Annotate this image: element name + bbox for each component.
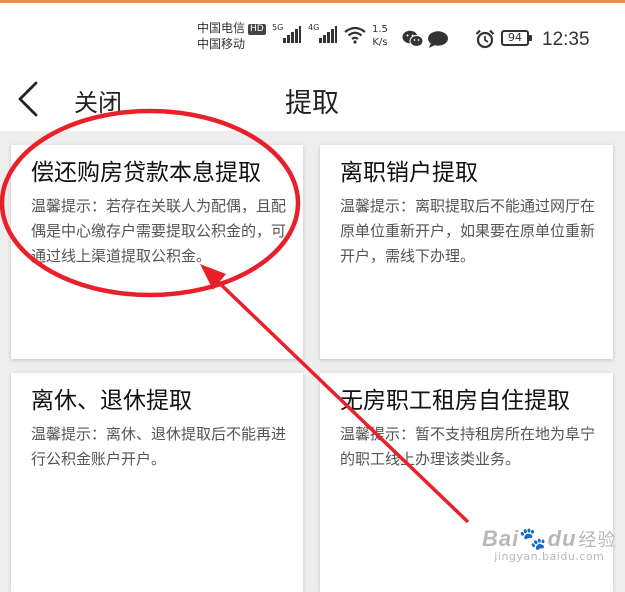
carrier-info: 中国电信 HD 中国移动	[197, 20, 266, 52]
card-desc: 温馨提示：离休、退休提取后不能再进行公积金账户开户。	[31, 425, 287, 468]
battery-icon: 94	[501, 30, 532, 46]
card-desc: 温馨提示：暂不支持租房所在地为阜宁的职工线上办理该类业务。	[340, 425, 596, 468]
baidu-watermark: Bai🐾du 经验 jingyan.baidu.com	[482, 526, 617, 563]
card-retirement[interactable]: 离休、退休提取 温馨提示：离休、退休提取后不能再进行公积金账户开户。	[11, 373, 303, 592]
carrier-2: 中国移动	[197, 37, 246, 51]
paw-icon: 🐾	[519, 526, 548, 551]
signal-5g-icon	[283, 25, 301, 43]
hd-badge: HD	[248, 24, 266, 35]
card-desc: 温馨提示：离职提取后不能通过网厅在原单位重新开户，如果要在原单位重新开户，需线下…	[340, 197, 596, 265]
card-title: 离职销户提取	[340, 160, 478, 186]
content-area: 偿还购房贷款本息提取 温馨提示：若存在关联人为配偶，且配偶是中心缴存户需要提取公…	[0, 131, 625, 592]
speed-value: 1.5	[372, 24, 388, 35]
close-button[interactable]: 关闭	[74, 83, 122, 118]
wechat-icon	[402, 30, 424, 47]
watermark-url: jingyan.baidu.com	[494, 550, 605, 563]
card-title: 离休、退休提取	[31, 388, 192, 414]
card-title: 偿还购房贷款本息提取	[31, 160, 261, 186]
alarm-icon	[475, 29, 495, 49]
card-resign-close-account[interactable]: 离职销户提取 温馨提示：离职提取后不能通过网厅在原单位重新开户，如果要在原单位重…	[320, 145, 613, 359]
chat-bubble-icon	[428, 31, 448, 48]
wifi-icon	[344, 26, 366, 44]
clock: 12:35	[542, 29, 590, 50]
page-title: 提取	[285, 88, 339, 119]
network-1-label: 5G	[272, 23, 284, 32]
signal-4g-icon	[319, 25, 337, 43]
card-title: 无房职工租房自住提取	[340, 388, 570, 414]
nav-header: 关闭 提取	[0, 65, 625, 131]
watermark-logo: Bai🐾du 经验	[482, 526, 617, 551]
card-repay-mortgage[interactable]: 偿还购房贷款本息提取 温馨提示：若存在关联人为配偶，且配偶是中心缴存户需要提取公…	[11, 145, 303, 359]
carrier-1: 中国电信	[197, 21, 246, 35]
chevron-left-icon[interactable]	[12, 77, 46, 121]
speed-unit: K/s	[372, 37, 388, 48]
status-bar: 中国电信 HD 中国移动 5G 4G 1.5 K/s 94 12:35	[0, 3, 625, 65]
network-2-label: 4G	[308, 23, 320, 32]
battery-level: 94	[508, 31, 522, 44]
network-speed: 1.5 K/s	[372, 23, 388, 49]
card-desc: 温馨提示：若存在关联人为配偶，且配偶是中心缴存户需要提取公积金的，可通过线上渠道…	[31, 197, 287, 265]
